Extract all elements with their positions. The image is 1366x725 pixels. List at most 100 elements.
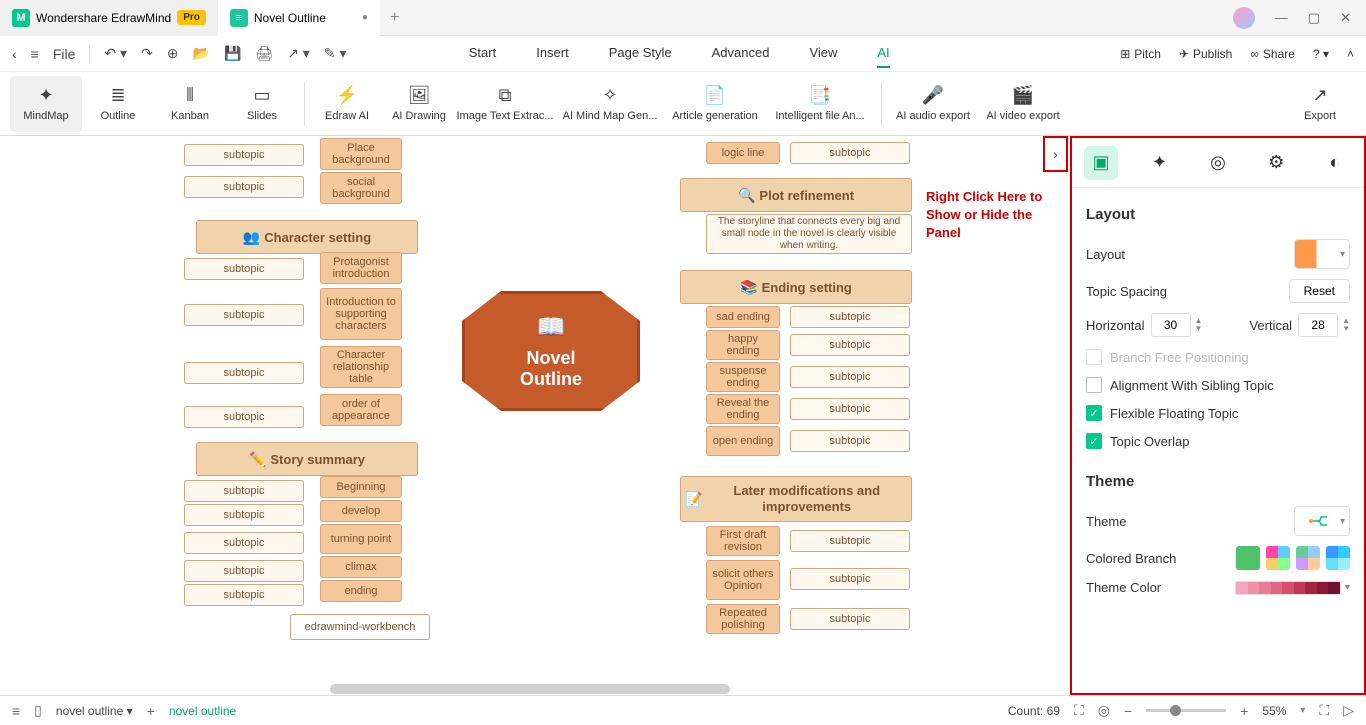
breadcrumb-current[interactable]: novel outline — [169, 704, 236, 718]
ai-drawing[interactable]: 🖼AI Drawing — [383, 76, 455, 132]
export-qbtn[interactable]: ↗ ▾ — [287, 45, 310, 62]
develop-node[interactable]: develop — [320, 500, 402, 522]
subtopic-node[interactable]: subtopic — [790, 142, 910, 164]
subtopic-node[interactable]: subtopic — [184, 258, 304, 280]
mindmap-canvas[interactable]: subtopic Place background subtopic socia… — [0, 136, 1366, 695]
edraw-ai[interactable]: ⚡Edraw AI — [311, 76, 383, 132]
subtopic-node[interactable]: subtopic — [184, 504, 304, 526]
print-button[interactable]: 🖨 — [255, 45, 273, 62]
subtopic-node[interactable]: subtopic — [790, 306, 910, 328]
reset-button[interactable]: Reset — [1289, 279, 1350, 303]
subtopic-node[interactable]: subtopic — [184, 406, 304, 428]
outline-view[interactable]: ≣Outline — [82, 76, 154, 132]
workbench-node[interactable]: edrawmind-workbench — [290, 614, 430, 640]
hamburger-icon[interactable]: ≡ — [31, 46, 39, 62]
subtopic-node[interactable]: subtopic — [790, 366, 910, 388]
add-tab-button[interactable]: + — [380, 9, 409, 27]
subtopic-node[interactable]: subtopic — [790, 334, 910, 356]
align-sibling-checkbox[interactable] — [1086, 377, 1102, 393]
menu-start[interactable]: Start — [469, 39, 496, 68]
character-setting-header[interactable]: 👥Character setting — [196, 220, 418, 254]
file-menu[interactable]: File — [53, 46, 76, 62]
minimize-icon[interactable]: — — [1275, 10, 1288, 25]
branch-color-3[interactable] — [1296, 546, 1320, 570]
sad-ending-node[interactable]: sad ending — [706, 306, 780, 328]
open-button[interactable]: 📂 — [193, 45, 210, 62]
vertical-input[interactable] — [1298, 313, 1338, 337]
ai-video-export[interactable]: 🎬AI video export — [978, 76, 1068, 132]
story-summary-header[interactable]: ✏️Story summary — [196, 442, 418, 476]
v-spin[interactable]: ▲▼ — [1342, 317, 1350, 333]
back-button[interactable]: ‹ — [12, 46, 17, 62]
open-ending-node[interactable]: open ending — [706, 426, 780, 456]
first-draft-node[interactable]: First draft revision — [706, 526, 780, 556]
fullscreen-icon[interactable]: ⛶ — [1319, 702, 1329, 719]
relationship-table-node[interactable]: Character relationship table — [320, 346, 402, 388]
logic-line-node[interactable]: logic line — [706, 142, 780, 164]
kanban-view[interactable]: ⫴Kanban — [154, 76, 226, 132]
image-text-extract[interactable]: ⧉Image Text Extrac... — [455, 76, 555, 132]
subtopic-node[interactable]: subtopic — [184, 480, 304, 502]
suspense-ending-node[interactable]: suspense ending — [706, 362, 780, 392]
collapse-ribbon[interactable]: ˄ — [1347, 47, 1354, 61]
avatar[interactable] — [1233, 7, 1255, 29]
presentation-icon[interactable]: ▷ — [1343, 702, 1354, 719]
subtopic-node[interactable]: subtopic — [790, 568, 910, 590]
zoom-in[interactable]: + — [1240, 703, 1248, 719]
layout-selector[interactable] — [1294, 239, 1350, 269]
happy-ending-node[interactable]: happy ending — [706, 330, 780, 360]
branch-color-2[interactable] — [1266, 546, 1290, 570]
flexible-floating-checkbox[interactable]: ✓ — [1086, 405, 1102, 421]
theme-selector[interactable]: ▾ — [1294, 506, 1350, 536]
zoom-slider[interactable] — [1146, 709, 1226, 712]
maximize-icon[interactable]: ▢ — [1308, 10, 1320, 26]
supporting-chars-node[interactable]: Introduction to supporting characters — [320, 288, 402, 340]
outline-list-icon[interactable]: ≡ — [12, 703, 20, 719]
slides-view[interactable]: ▭Slides — [226, 76, 298, 132]
place-background-node[interactable]: Place background — [320, 138, 402, 170]
theme-color-strip[interactable] — [1235, 581, 1341, 595]
reveal-ending-node[interactable]: Reveal the ending — [706, 394, 780, 424]
fit-icon[interactable]: ⛶ — [1074, 702, 1084, 719]
subtopic-node[interactable]: subtopic — [790, 430, 910, 452]
climax-node[interactable]: climax — [320, 556, 402, 578]
export-button[interactable]: ↗Export — [1284, 76, 1356, 132]
protagonist-node[interactable]: Protagonist introduction — [320, 252, 402, 284]
history-tab[interactable]: ◐ — [1318, 146, 1352, 180]
intelligent-file-analysis[interactable]: 📑Intelligent file An... — [765, 76, 875, 132]
horizontal-scrollbar[interactable] — [330, 684, 730, 694]
branch-color-1[interactable] — [1236, 546, 1260, 570]
close-icon[interactable]: ✕ — [1340, 10, 1351, 26]
subtopic-node[interactable]: subtopic — [184, 560, 304, 582]
mindmap-view[interactable]: ✦MindMap — [10, 76, 82, 132]
horizontal-input[interactable] — [1151, 313, 1191, 337]
settings-tab[interactable]: ⚙ — [1259, 146, 1293, 180]
edit-qbtn[interactable]: ✎ ▾ — [324, 45, 347, 62]
menu-advanced[interactable]: Advanced — [712, 39, 770, 68]
plot-description-node[interactable]: The storyline that connects every big an… — [706, 214, 912, 254]
menu-page-style[interactable]: Page Style — [609, 39, 672, 68]
zoom-out[interactable]: − — [1124, 703, 1132, 719]
center-icon[interactable]: ◎ — [1098, 702, 1110, 719]
redo-button[interactable]: ↷ — [141, 45, 153, 62]
help-button[interactable]: ? ▾ — [1313, 47, 1329, 61]
subtopic-node[interactable]: subtopic — [790, 398, 910, 420]
pitch-button[interactable]: ⊞Pitch — [1120, 47, 1161, 61]
share-button[interactable]: ∞Share — [1250, 47, 1295, 61]
menu-view[interactable]: View — [809, 39, 837, 68]
repeated-polishing-node[interactable]: Repeated polishing — [706, 604, 780, 634]
turning-point-node[interactable]: turning point — [320, 524, 402, 554]
menu-ai[interactable]: AI — [877, 39, 889, 68]
plot-refinement-header[interactable]: 🔍Plot refinement — [680, 178, 912, 212]
menu-insert[interactable]: Insert — [536, 39, 569, 68]
document-tab[interactable]: ≡ Novel Outline ● — [218, 0, 380, 36]
subtopic-node[interactable]: subtopic — [184, 584, 304, 606]
add-button[interactable]: ⊕ — [167, 45, 179, 62]
appearance-order-node[interactable]: order of appearance — [320, 394, 402, 426]
subtopic-node[interactable]: subtopic — [790, 530, 910, 552]
article-gen[interactable]: 📄Article generation — [665, 76, 765, 132]
subtopic-node[interactable]: subtopic — [184, 532, 304, 554]
breadcrumb-root[interactable]: novel outline ▾ — [56, 704, 133, 718]
theme-color-dropdown[interactable]: ▾ — [1345, 582, 1350, 593]
ending-setting-header[interactable]: 📚Ending setting — [680, 270, 912, 304]
